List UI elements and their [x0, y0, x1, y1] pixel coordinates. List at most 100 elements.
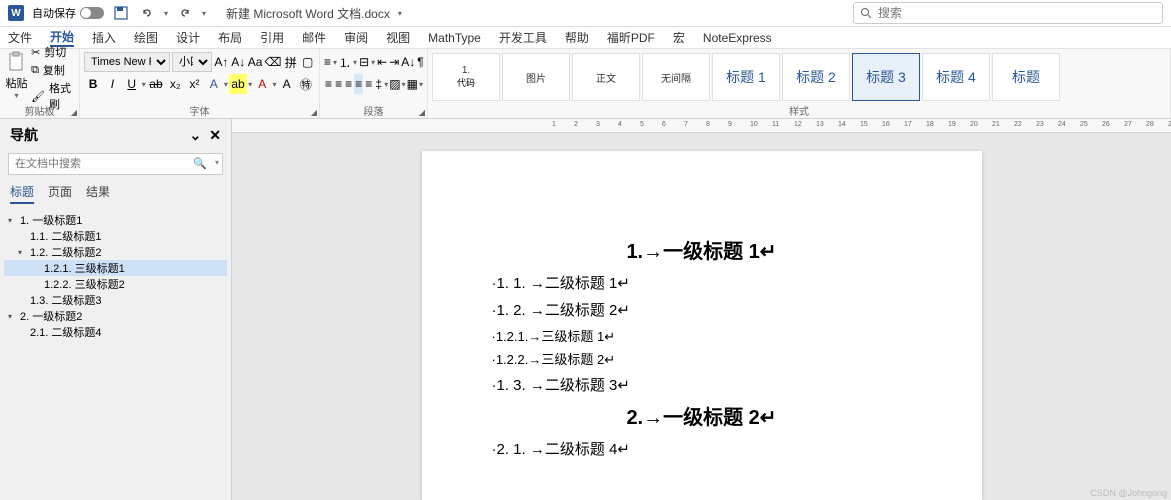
doc-line-3[interactable]: ·1.2.1.→三级标题 1↵	[492, 326, 912, 345]
phonetic-button[interactable]: 拼	[283, 52, 298, 72]
decrease-indent-button[interactable]: ⇤	[377, 52, 387, 72]
clear-format-button[interactable]: ⌫	[264, 52, 281, 72]
nav-tab-1[interactable]: 页面	[48, 183, 72, 204]
subscript-button[interactable]: x₂	[166, 74, 184, 94]
spacing-chev-icon[interactable]: ▾	[384, 80, 388, 89]
style-item-6[interactable]: 标题 3	[852, 53, 920, 101]
page[interactable]: 1.→一级标题 1↵ ·1. 1. →二级标题 1↵ ·1. 2. →二级标题 2↵…	[422, 151, 982, 500]
tree-item-0[interactable]: ▾1. 一级标题1	[4, 212, 227, 228]
redo-icon[interactable]	[176, 4, 194, 22]
menu-tab-7[interactable]: 邮件	[302, 29, 326, 46]
menu-tab-8[interactable]: 审阅	[344, 29, 368, 46]
increase-indent-button[interactable]: ⇥	[389, 52, 399, 72]
style-item-3[interactable]: 无间隔	[642, 53, 710, 101]
strike-button[interactable]: ab	[147, 74, 165, 94]
undo-icon[interactable]	[138, 4, 156, 22]
menu-tab-6[interactable]: 引用	[260, 29, 284, 46]
tree-item-5[interactable]: 1.3. 二级标题3	[4, 292, 227, 308]
char-shading-button[interactable]: A	[277, 74, 295, 94]
style-item-1[interactable]: 图片	[502, 53, 570, 101]
menu-tab-2[interactable]: 插入	[92, 29, 116, 46]
superscript-button[interactable]: x²	[185, 74, 203, 94]
show-marks-button[interactable]: ¶	[417, 52, 423, 72]
menu-tab-5[interactable]: 布局	[218, 29, 242, 46]
color-dropdown-icon[interactable]: ▾	[272, 80, 276, 89]
text-effects-button[interactable]: A	[205, 74, 223, 94]
tree-item-4[interactable]: 1.2.2. 三级标题2	[4, 276, 227, 292]
nav-tab-0[interactable]: 标题	[10, 183, 34, 204]
align-right-button[interactable]: ≡	[344, 74, 353, 94]
tree-caret-icon[interactable]: ▾	[8, 312, 18, 321]
undo-dropdown-icon[interactable]: ▾	[164, 9, 168, 18]
doc-line-4[interactable]: ·1.2.2.→三级标题 2↵	[492, 349, 912, 368]
sort-button[interactable]: A↓	[401, 52, 415, 72]
search-input[interactable]	[878, 6, 1156, 20]
underline-button[interactable]: U	[123, 74, 141, 94]
menu-tab-9[interactable]: 视图	[386, 29, 410, 46]
highlight-button[interactable]: ab	[229, 74, 247, 94]
borders-button[interactable]: ▦	[407, 74, 418, 94]
change-case-button[interactable]: Aa	[248, 52, 263, 72]
menu-tab-3[interactable]: 绘图	[134, 29, 158, 46]
toggle-switch[interactable]	[80, 7, 104, 19]
char-border-button[interactable]: ▢	[300, 52, 315, 72]
nav-search-chev-icon[interactable]: ▾	[215, 158, 219, 167]
shading-button[interactable]: ▨	[389, 74, 400, 94]
distribute-button[interactable]: ≡	[364, 74, 373, 94]
style-item-8[interactable]: 标题	[992, 53, 1060, 101]
qat-customize-icon[interactable]: ▾	[202, 9, 206, 18]
autosave-toggle[interactable]: 自动保存	[32, 5, 104, 21]
doc-line-2[interactable]: ·1. 2. →二级标题 2↵	[492, 299, 912, 320]
nav-chevron-icon[interactable]: ⌄	[190, 127, 202, 144]
menu-tab-13[interactable]: 福昕PDF	[607, 29, 655, 46]
bullet-chev-icon[interactable]: ▾	[333, 58, 337, 67]
cut-button[interactable]: ✂剪切	[29, 43, 75, 61]
highlight-dropdown-icon[interactable]: ▾	[248, 80, 252, 89]
tree-caret-icon[interactable]: ▾	[18, 248, 28, 257]
bold-button[interactable]: B	[84, 74, 102, 94]
tree-item-2[interactable]: ▾1.2. 二级标题2	[4, 244, 227, 260]
doc-line-7[interactable]: ·2. 1. →二级标题 4↵	[492, 438, 912, 459]
number-list-button[interactable]: ⒈	[339, 52, 351, 72]
decrease-font-button[interactable]: A↓	[231, 52, 246, 72]
nav-tab-2[interactable]: 结果	[86, 183, 110, 204]
clipboard-launcher-icon[interactable]: ◢	[71, 108, 77, 117]
number-chev-icon[interactable]: ▾	[353, 58, 357, 67]
paste-button[interactable]: 粘贴 ▾	[4, 51, 29, 105]
nav-search-icon[interactable]: 🔍	[193, 157, 207, 170]
line-spacing-button[interactable]: ‡	[374, 74, 383, 94]
title-dropdown-icon[interactable]: ▾	[398, 9, 402, 18]
effects-dropdown-icon[interactable]: ▾	[224, 80, 228, 89]
tree-item-6[interactable]: ▾2. 一级标题2	[4, 308, 227, 324]
italic-button[interactable]: I	[103, 74, 121, 94]
tree-item-7[interactable]: 2.1. 二级标题4	[4, 324, 227, 340]
align-center-button[interactable]: ≡	[334, 74, 343, 94]
menu-tab-15[interactable]: NoteExpress	[703, 31, 772, 45]
copy-button[interactable]: ⧉复制	[29, 61, 75, 79]
doc-line-1[interactable]: ·1. 1. →二级标题 1↵	[492, 272, 912, 293]
menu-tab-14[interactable]: 宏	[673, 29, 685, 46]
bullet-list-button[interactable]: ≡	[324, 52, 331, 72]
paragraph-launcher-icon[interactable]: ◢	[419, 108, 425, 117]
style-item-7[interactable]: 标题 4	[922, 53, 990, 101]
nav-search-input[interactable]	[8, 153, 223, 175]
tree-item-1[interactable]: 1.1. 二级标题1	[4, 228, 227, 244]
tree-caret-icon[interactable]: ▾	[8, 216, 18, 225]
tree-item-3[interactable]: 1.2.1. 三级标题1	[4, 260, 227, 276]
multi-chev-icon[interactable]: ▾	[371, 58, 375, 67]
menu-tab-12[interactable]: 帮助	[565, 29, 589, 46]
menu-tab-11[interactable]: 开发工具	[499, 29, 547, 46]
style-item-2[interactable]: 正文	[572, 53, 640, 101]
search-bar[interactable]	[853, 2, 1163, 24]
multilevel-list-button[interactable]: ⊟	[359, 52, 369, 72]
document-scroll[interactable]: 1.→一级标题 1↵ ·1. 1. →二级标题 1↵ ·1. 2. →二级标题 2↵…	[232, 133, 1171, 500]
menu-tab-10[interactable]: MathType	[428, 31, 481, 45]
doc-line-5[interactable]: ·1. 3. →二级标题 3↵	[492, 374, 912, 395]
font-color-button[interactable]: A	[253, 74, 271, 94]
style-item-4[interactable]: 标题 1	[712, 53, 780, 101]
style-item-5[interactable]: 标题 2	[782, 53, 850, 101]
doc-line-0[interactable]: 1.→一级标题 1↵	[492, 235, 912, 264]
enclose-char-button[interactable]: ㊕	[297, 74, 315, 94]
horizontal-ruler[interactable]: 1234567891011121314151617181920212223242…	[232, 119, 1171, 133]
style-item-0[interactable]: 1.代码	[432, 53, 500, 101]
